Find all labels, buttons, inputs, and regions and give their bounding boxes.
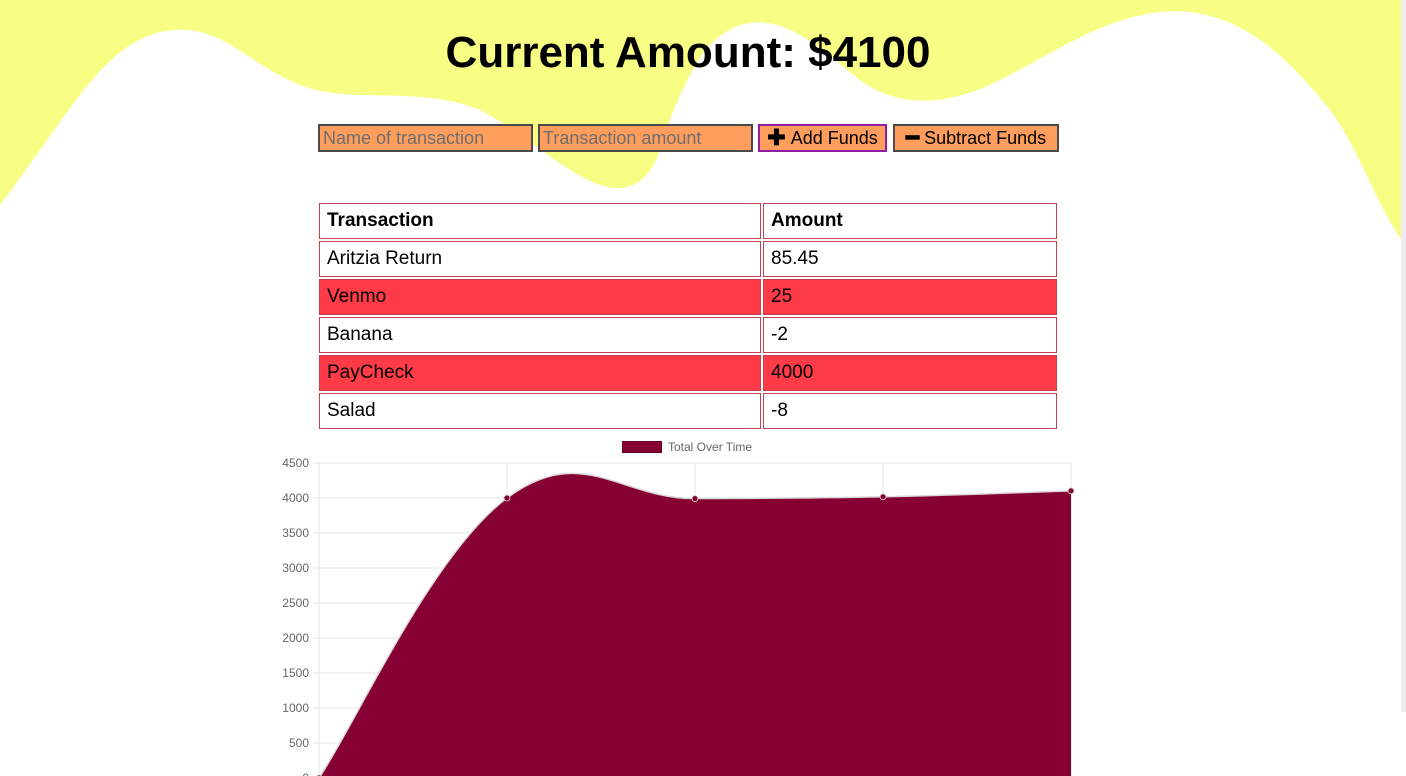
add-funds-label: Add Funds [790, 127, 878, 148]
transaction-name-cell: Venmo [319, 279, 761, 315]
subtract-funds-label: Subtract Funds [924, 127, 1047, 148]
transaction-amount-cell: 4000 [763, 355, 1057, 391]
transaction-amount-cell: 25 [763, 279, 1057, 315]
transaction-name-cell: Aritzia Return [319, 241, 761, 277]
transaction-amount-cell: -8 [763, 393, 1057, 429]
transaction-amount-cell: 85.45 [763, 241, 1057, 277]
transaction-name-cell: Salad [319, 393, 761, 429]
transaction-name-cell: PayCheck [319, 355, 761, 391]
transactions-table: Transaction Amount Aritzia Return 85.45 … [317, 201, 1059, 431]
transaction-name-cell: Banana [319, 317, 761, 353]
table-row: Banana -2 [319, 317, 1057, 353]
window-edge [1401, 0, 1406, 712]
current-amount-title: Current Amount: $4100 [445, 28, 931, 78]
table-row: Aritzia Return 85.45 [319, 241, 1057, 277]
column-header-transaction: Transaction [319, 203, 761, 239]
table-row: PayCheck 4000 [319, 355, 1057, 391]
plus-icon: ✚ [767, 125, 786, 150]
chart-legend[interactable]: Total Over Time [622, 439, 752, 455]
minus-icon: ━ [905, 125, 920, 150]
subtract-funds-button[interactable]: ━ Subtract Funds [893, 124, 1059, 152]
table-row: Salad -8 [319, 393, 1057, 429]
table-row: Venmo 25 [319, 279, 1057, 315]
column-header-amount: Amount [763, 203, 1057, 239]
transaction-amount-input[interactable] [538, 124, 753, 152]
transaction-amount-cell: -2 [763, 317, 1057, 353]
legend-swatch [622, 441, 662, 453]
legend-label: Total Over Time [668, 440, 753, 454]
table-header-row: Transaction Amount [319, 203, 1057, 239]
add-funds-button[interactable]: ✚ Add Funds [758, 124, 887, 152]
transaction-name-input[interactable] [318, 124, 533, 152]
